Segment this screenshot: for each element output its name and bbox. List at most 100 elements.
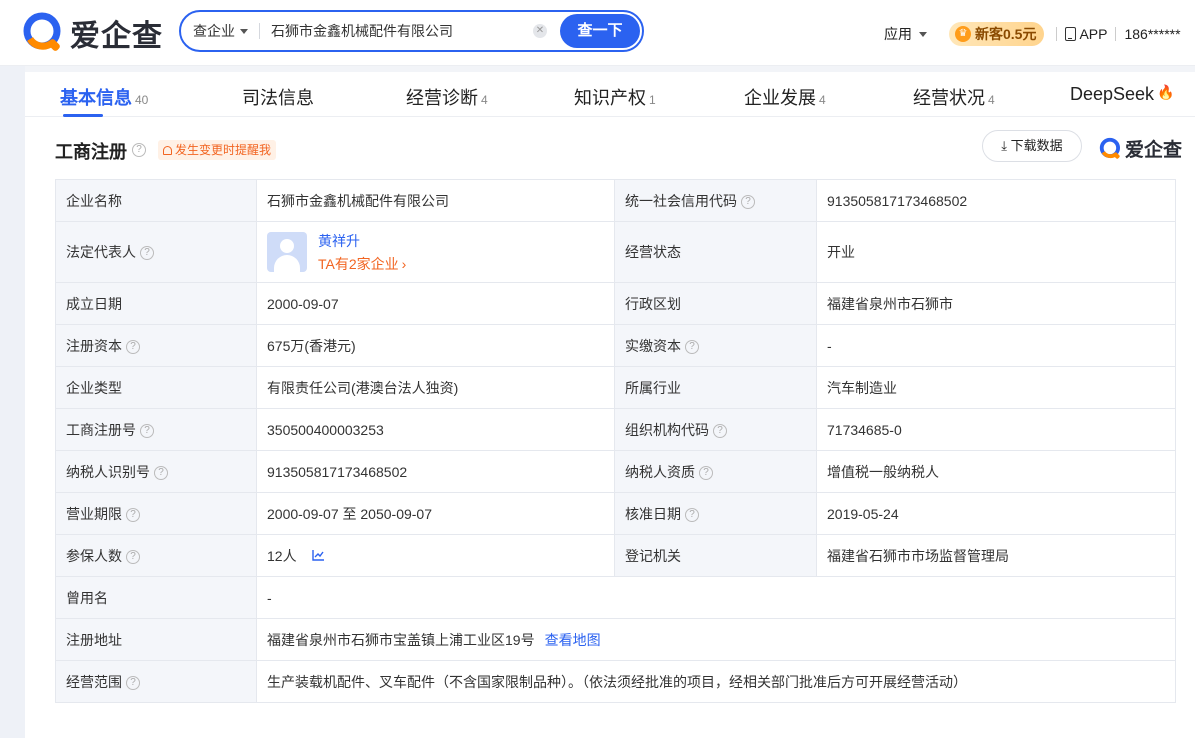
main-card: 基本信息 40 司法信息 经营诊断 4 知识产权 1 企业发展 4 经营状况 4 Deep… xyxy=(25,72,1195,738)
table-row: 成立日期 2000-09-07 行政区划 福建省泉州市石狮市 xyxy=(55,282,1176,325)
app-download-link[interactable]: APP xyxy=(1065,26,1107,42)
status-label: 经营状态 xyxy=(614,221,817,283)
logo-icon xyxy=(1099,137,1120,159)
tab-count: 4 xyxy=(988,93,995,107)
tab-deepseek[interactable]: DeepSeek 🔥 xyxy=(1070,84,1175,105)
tab-operation[interactable]: 经营状况 4 xyxy=(913,84,995,110)
legal-rep-name-link[interactable]: 黄祥升 xyxy=(318,231,406,251)
tab-label: 基本信息 xyxy=(60,88,132,108)
company-name-label: 企业名称 xyxy=(55,179,257,222)
help-icon[interactable]: ? xyxy=(154,465,168,480)
approve-date-value: 2019-05-24 xyxy=(816,492,1176,535)
table-row: 工商注册号? 350500400003253 组织机构代码? 71734685-… xyxy=(55,408,1176,451)
table-row: 经营范围? 生产装载机配件、叉车配件（不含国家限制品种）。（依法须经批准的项目，… xyxy=(55,660,1176,703)
tab-label: 司法信息 xyxy=(242,88,314,108)
term-value: 2000-09-07 至 2050-09-07 xyxy=(256,492,615,535)
insured-value: 12人 xyxy=(256,534,615,577)
credit-code-value: 913505817173468502 xyxy=(816,179,1176,222)
header-divider xyxy=(1115,27,1117,41)
tab-judicial[interactable]: 司法信息 xyxy=(242,84,314,110)
region-label: 行政区划 xyxy=(614,282,817,325)
tab-bar: 基本信息 40 司法信息 经营诊断 4 知识产权 1 企业发展 4 经营状况 4 Deep… xyxy=(25,72,1195,117)
tab-active-indicator xyxy=(63,114,103,117)
tab-label: 经营状况 xyxy=(913,88,985,108)
table-row: 纳税人识别号? 913505817173468502 纳税人资质? 增值税一般纳… xyxy=(55,450,1176,493)
tab-count: 40 xyxy=(135,93,149,107)
authority-value: 福建省石狮市市场监督管理局 xyxy=(816,534,1176,577)
address-value: 福建省泉州市石狮市宝盖镇上浦工业区19号 查看地图 xyxy=(256,618,1176,661)
tab-label: 经营诊断 xyxy=(406,88,478,108)
authority-label: 登记机关 xyxy=(614,534,817,577)
search-type-select[interactable]: 查企业 xyxy=(193,21,248,41)
table-row: 注册资本? 675万(香港元) 实缴资本? - xyxy=(55,324,1176,367)
tab-basic-info[interactable]: 基本信息 40 xyxy=(60,84,148,110)
legal-rep-card: 黄祥升 TA有2家企业 › xyxy=(267,231,604,274)
download-data-button[interactable]: ⤓ 下载数据 xyxy=(982,130,1082,162)
paid-capital-label: 实缴资本? xyxy=(614,324,817,367)
reg-no-value: 350500400003253 xyxy=(256,408,615,451)
fire-icon: 🔥 xyxy=(1157,84,1175,100)
crown-icon: ♛ xyxy=(955,26,971,42)
chevron-down-icon xyxy=(919,31,927,37)
address-label: 注册地址 xyxy=(55,618,257,661)
logo[interactable]: 爱企查 xyxy=(22,11,163,55)
download-label: 下载数据 xyxy=(1010,138,1063,153)
help-icon[interactable]: ? xyxy=(126,339,140,354)
chevron-down-icon xyxy=(240,28,248,34)
found-date-value: 2000-09-07 xyxy=(256,282,615,325)
help-icon[interactable]: ? xyxy=(126,675,140,690)
clear-icon[interactable]: ✕ xyxy=(533,24,547,38)
search-divider xyxy=(259,23,260,39)
tab-count: 4 xyxy=(481,93,488,107)
table-row: 曾用名 - xyxy=(55,576,1176,619)
tab-count: 1 xyxy=(649,93,656,107)
help-icon[interactable]: ? xyxy=(685,339,699,354)
tax-id-value: 913505817173468502 xyxy=(256,450,615,493)
apps-menu[interactable]: 应用 xyxy=(884,24,927,44)
table-row: 营业期限? 2000-09-07 至 2050-09-07 核准日期? 2019… xyxy=(55,492,1176,535)
help-icon[interactable]: ? xyxy=(685,507,699,522)
approve-date-label: 核准日期? xyxy=(614,492,817,535)
table-row: 企业名称 石狮市金鑫机械配件有限公司 统一社会信用代码? 91350581717… xyxy=(55,179,1176,222)
table-row: 企业类型 有限责任公司(港澳台法人独资) 所属行业 汽车制造业 xyxy=(55,366,1176,409)
help-icon[interactable]: ? xyxy=(699,465,713,480)
search-input[interactable] xyxy=(271,23,527,39)
avatar[interactable] xyxy=(267,232,307,272)
user-account[interactable]: 186****** xyxy=(1124,26,1180,42)
tab-ip[interactable]: 知识产权 1 xyxy=(574,84,656,110)
help-icon[interactable]: ? xyxy=(741,194,755,209)
phone-icon xyxy=(1065,27,1077,41)
change-remind-button[interactable]: 发生变更时提醒我 xyxy=(158,140,277,160)
search-button[interactable]: 查一下 xyxy=(560,14,640,48)
legal-rep-companies-link[interactable]: TA有2家企业 › xyxy=(318,254,406,274)
type-value: 有限责任公司(港澳台法人独资) xyxy=(256,366,615,409)
org-code-value: 71734685-0 xyxy=(816,408,1176,451)
industry-label: 所属行业 xyxy=(614,366,817,409)
registry-table: 企业名称 石狮市金鑫机械配件有限公司 统一社会信用代码? 91350581717… xyxy=(55,179,1176,703)
header-divider xyxy=(1056,27,1058,41)
found-date-label: 成立日期 xyxy=(55,282,257,325)
scope-label: 经营范围? xyxy=(55,660,257,703)
help-icon[interactable]: ? xyxy=(713,423,727,438)
tab-diagnosis[interactable]: 经营诊断 4 xyxy=(406,84,488,110)
scope-value: 生产装载机配件、叉车配件（不含国家限制品种）。（依法须经批准的项目，经相关部门批… xyxy=(256,660,1176,703)
view-map-link[interactable]: 查看地图 xyxy=(545,632,601,648)
industry-value: 汽车制造业 xyxy=(816,366,1176,409)
help-icon[interactable]: ? xyxy=(132,143,146,157)
vip-promo-button[interactable]: ♛ 新客0.5元 xyxy=(949,22,1045,46)
reg-no-label: 工商注册号? xyxy=(55,408,257,451)
tab-label: DeepSeek xyxy=(1070,84,1155,104)
trend-chart-icon[interactable] xyxy=(312,549,325,561)
tab-development[interactable]: 企业发展 4 xyxy=(744,84,826,110)
org-code-label: 组织机构代码? xyxy=(614,408,817,451)
app-label: APP xyxy=(1079,26,1108,42)
table-row: 参保人数? 12人 登记机关 福建省石狮市市场监督管理局 xyxy=(55,534,1176,577)
help-icon[interactable]: ? xyxy=(140,423,154,438)
former-name-value: - xyxy=(256,576,1176,619)
help-icon[interactable]: ? xyxy=(126,549,140,564)
bell-icon xyxy=(163,146,172,155)
chevron-right-icon: › xyxy=(401,255,407,272)
help-icon[interactable]: ? xyxy=(140,246,154,261)
help-icon[interactable]: ? xyxy=(126,507,140,522)
download-icon: ⤓ xyxy=(1001,138,1008,153)
